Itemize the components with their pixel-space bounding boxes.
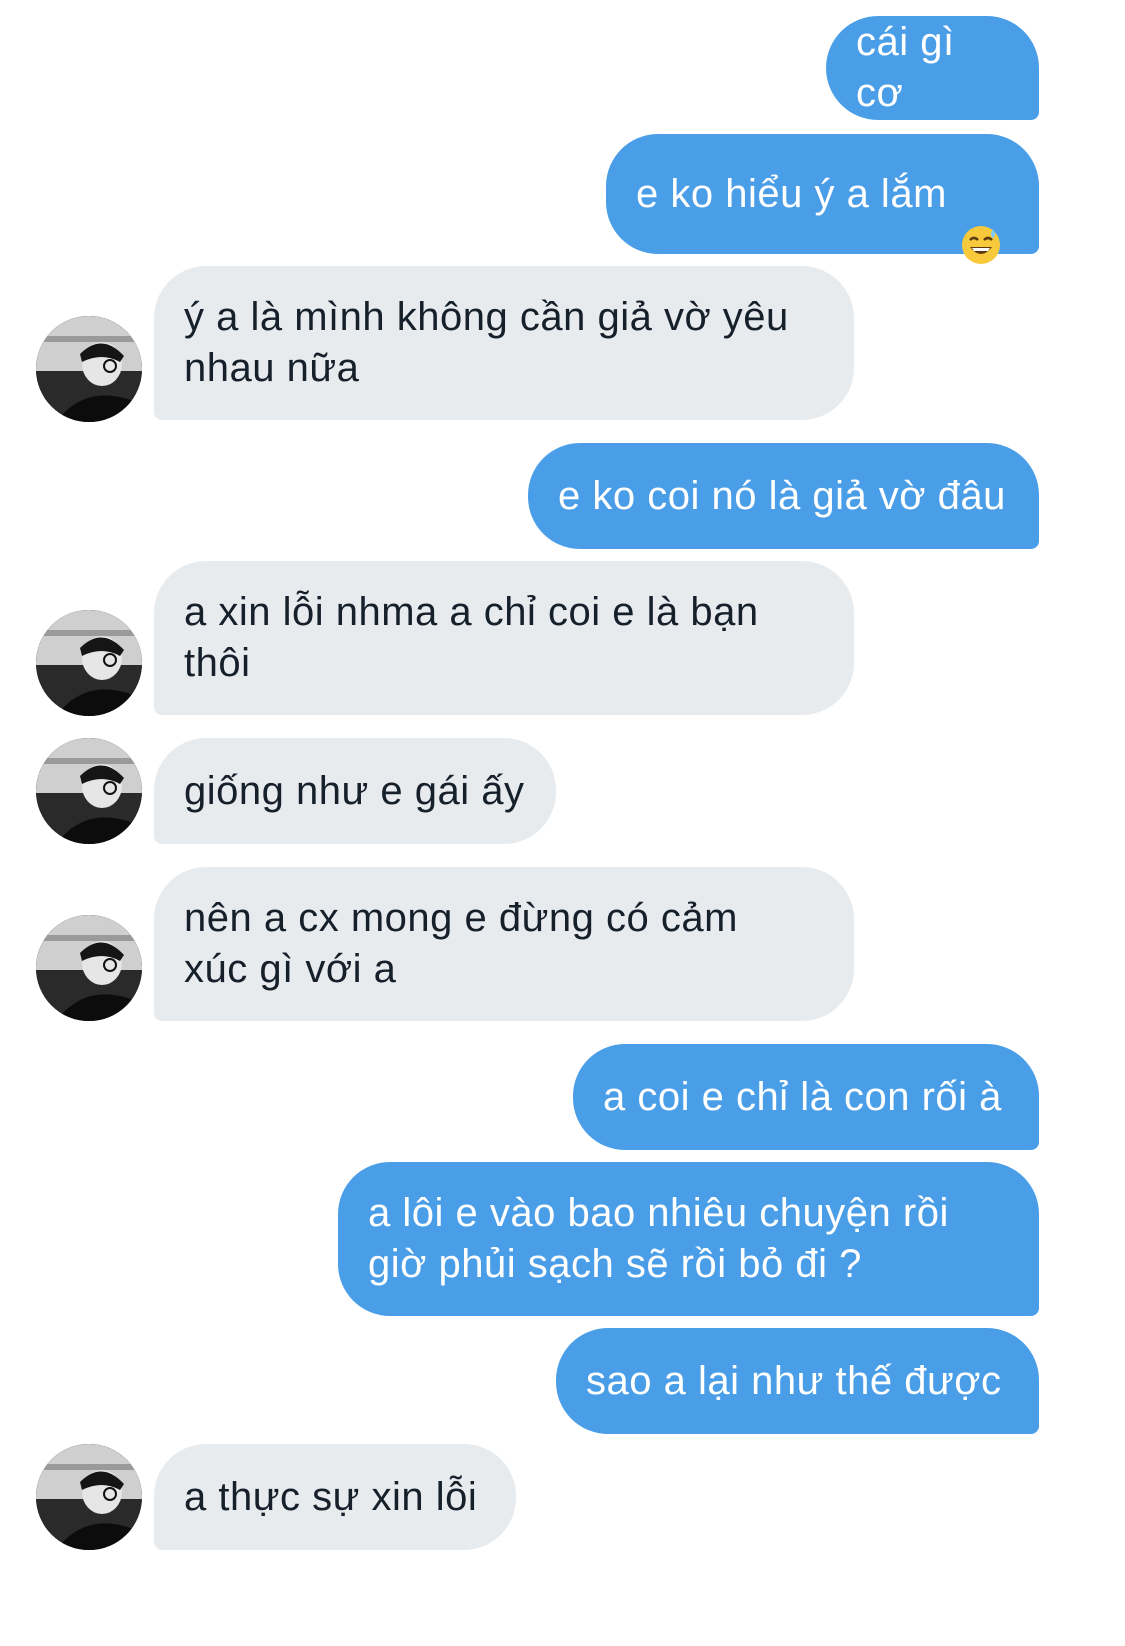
message-received[interactable]: ý a là mình không cần giả vờ yêu nhau nữ… [154, 266, 854, 420]
message-sent[interactable]: e ko coi nó là giả vờ đâu [528, 443, 1039, 549]
message-received[interactable]: a thực sự xin lỗi [154, 1444, 516, 1550]
message-text: cái gì cơ [856, 20, 955, 115]
message-sent[interactable]: cái gì cơ [826, 16, 1039, 120]
message-text: nên a cx mong e đừng có cảm xúc gì với a [184, 896, 738, 991]
message-text: e ko coi nó là giả vờ đâu [558, 473, 1006, 518]
message-text: e ko hiểu ý a lắm [636, 171, 947, 216]
message-received[interactable]: giống như e gái ấy [154, 738, 556, 844]
message-text: ý a là mình không cần giả vờ yêu nhau nữ… [184, 295, 789, 390]
message-text: a thực sự xin lỗi [184, 1474, 478, 1519]
message-text: a coi e chỉ là con rối à [603, 1074, 1002, 1119]
message-sent[interactable]: a coi e chỉ là con rối à [573, 1044, 1039, 1150]
message-received[interactable]: a xin lỗi nhma a chỉ coi e là bạn thôi [154, 561, 854, 715]
avatar[interactable] [36, 738, 142, 844]
avatar[interactable] [36, 610, 142, 716]
message-text: giống như e gái ấy [184, 768, 525, 813]
avatar[interactable] [36, 316, 142, 422]
message-received[interactable]: nên a cx mong e đừng có cảm xúc gì với a [154, 867, 854, 1021]
chat-thread: cái gì cơ e ko hiểu ý a lắm ý a là mình … [0, 0, 1125, 1646]
message-text: a xin lỗi nhma a chỉ coi e là bạn thôi [184, 590, 759, 685]
message-sent[interactable]: a lôi e vào bao nhiêu chuyện rồi giờ phủ… [338, 1162, 1039, 1316]
message-text: a lôi e vào bao nhiêu chuyện rồi giờ phủ… [368, 1191, 949, 1286]
avatar[interactable] [36, 1444, 142, 1550]
avatar[interactable] [36, 915, 142, 1021]
grinning-sweat-emoji [961, 174, 1001, 264]
message-sent[interactable]: e ko hiểu ý a lắm [606, 134, 1039, 264]
message-text: sao a lại như thế được [586, 1358, 1002, 1403]
message-sent[interactable]: sao a lại như thế được [556, 1328, 1039, 1434]
